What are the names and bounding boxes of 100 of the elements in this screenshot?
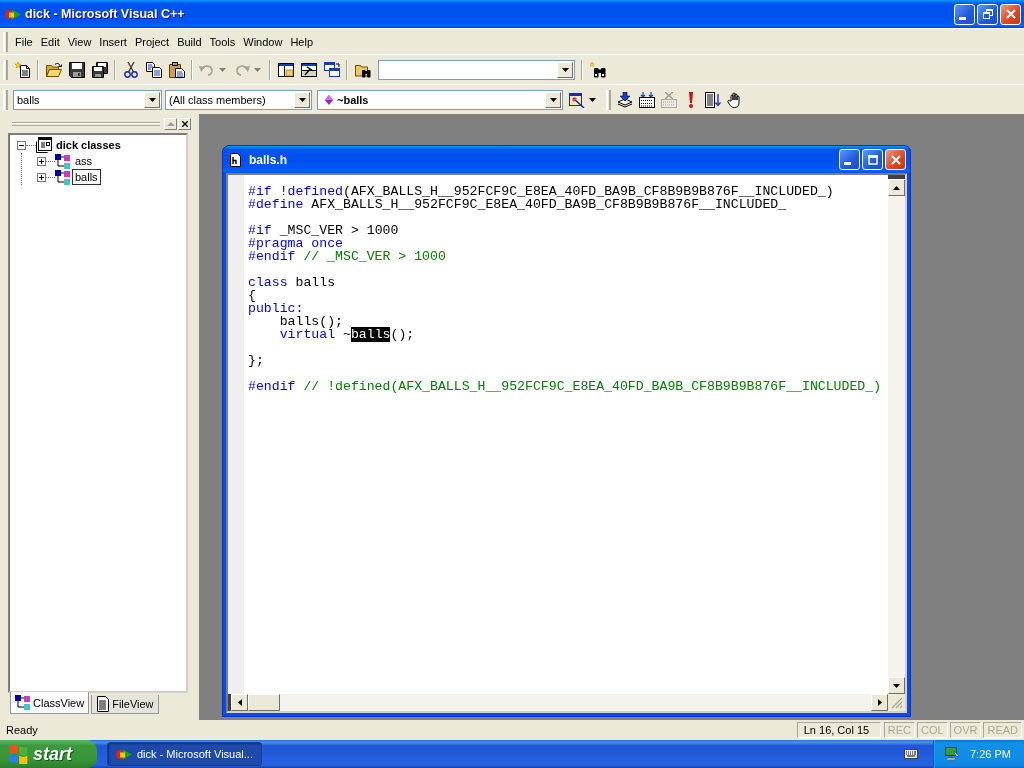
status-indicator: COL [916,722,948,738]
taskbar-button[interactable]: dick - Microsoft Visual... [107,742,262,766]
tab[interactable]: FileView [91,695,159,714]
caret-icon [549,97,557,102]
up-triangle-icon [166,122,175,126]
maximize-button[interactable] [862,149,883,170]
up-arrow-icon [893,185,900,190]
minimize-button[interactable] [954,3,975,25]
document-lines-icon [96,696,110,712]
window-title: balls.h [249,152,287,167]
vertical-scrollbar[interactable] [888,175,905,694]
right-arrow-icon [877,699,882,706]
class-icon [15,695,30,710]
code-line: public: [248,302,305,315]
class-icon [55,169,70,185]
code-line: }; [248,354,265,367]
minus-box-icon[interactable] [17,140,26,150]
code-line: class balls [248,276,337,289]
scroll-left-button[interactable] [231,694,248,711]
class-icon [55,153,70,169]
windows-icon [323,61,340,78]
caret-icon [219,67,226,72]
minimize-button[interactable] [839,149,860,170]
document-icon [230,152,241,167]
minimize-icon [844,162,851,165]
diamond-icon [325,94,333,105]
exclamation-icon [688,91,694,108]
list-arrow-icon [705,91,721,108]
toolbar-gripper[interactable] [3,59,8,80]
grid-arrows-icon [639,91,655,108]
menu-item[interactable]: Insert [95,33,131,50]
tree-item[interactable]: dick classes [53,137,124,153]
hand-icon [727,91,743,108]
new-file-icon [14,61,31,78]
combo-box[interactable]: balls [13,89,162,110]
panel-gripper[interactable] [12,122,160,126]
keyboard-icon[interactable] [904,749,918,759]
start-button[interactable]: start [0,740,97,768]
grid-cross-icon [661,91,677,108]
close-button[interactable] [1000,3,1021,25]
restore-icon [982,9,993,19]
stack-arrow-icon [617,91,633,108]
clipboard-icon [168,61,185,78]
scissors-icon [122,61,139,78]
floppy-disks-icon [91,61,108,78]
code-line: virtual ~balls(); [278,328,416,341]
restore-button[interactable] [977,3,998,25]
project-icon [36,137,52,153]
menu-item[interactable]: View [63,33,96,50]
menu-item[interactable]: Build [173,33,206,50]
combo-box[interactable]: ~balls [317,89,563,110]
scroll-up-button[interactable] [888,179,905,196]
tree-item[interactable]: balls [72,169,101,185]
close-button[interactable] [885,149,906,170]
folder-icon [45,61,62,78]
toolbar-gripper[interactable] [3,89,8,110]
caret-icon [254,67,261,72]
close-icon [1005,9,1016,19]
app-icon [116,747,132,761]
plus-box-icon[interactable] [37,172,46,182]
menu-gripper[interactable] [3,31,8,52]
close-icon [890,154,901,165]
tree-item[interactable]: ass [72,153,96,169]
left-arrow-icon [237,699,242,706]
combo-box[interactable]: (All class members) [165,89,312,110]
menu-item[interactable]: Project [130,33,174,50]
panel-close-button[interactable] [178,118,191,130]
close-icon [181,121,188,127]
menu-item[interactable]: Edit [36,33,64,50]
scroll-down-button[interactable] [888,677,905,694]
caret-icon [298,97,306,102]
binoculars-icon [589,61,606,78]
code-line: #define AFX_BALLS_H__952FCF9C_E8EA_40FD_BA9B_CF8B9B9B876F__INCLUDED_ [248,198,787,211]
size-grip-icon [891,697,903,709]
window-title: dick - Microsoft Visual C++ [25,7,185,21]
clock-text: 7:26 PM [970,748,1011,760]
caret-icon [589,97,596,102]
status-text: Ready [6,724,38,736]
plus-box-icon[interactable] [37,156,46,166]
down-arrow-icon [893,683,900,688]
monitor-icon[interactable] [944,746,960,762]
menu-item[interactable]: File [11,33,37,50]
status-indicator: READ [983,722,1022,738]
panel-maximize-button[interactable] [164,118,177,130]
menu-item[interactable]: Help [286,33,318,50]
tab[interactable]: ClassView [10,692,90,714]
horizontal-scrollbar[interactable] [228,694,888,711]
code-line: { [248,289,256,302]
scroll-thumb[interactable] [248,694,280,711]
status-indicator: OVR [949,722,982,738]
toolbar-gripper[interactable] [606,89,611,110]
scroll-right-button[interactable] [871,694,888,711]
minimize-icon [959,16,966,20]
menu-item[interactable]: Tools [205,33,240,50]
menu-item[interactable]: Window [239,33,287,50]
code-line: #endif // _MSC_VER > 1000 [248,250,447,263]
code-line: balls(); [279,315,344,328]
copy-icon [145,61,162,78]
app-icon [5,7,21,21]
caret-icon [148,97,156,102]
